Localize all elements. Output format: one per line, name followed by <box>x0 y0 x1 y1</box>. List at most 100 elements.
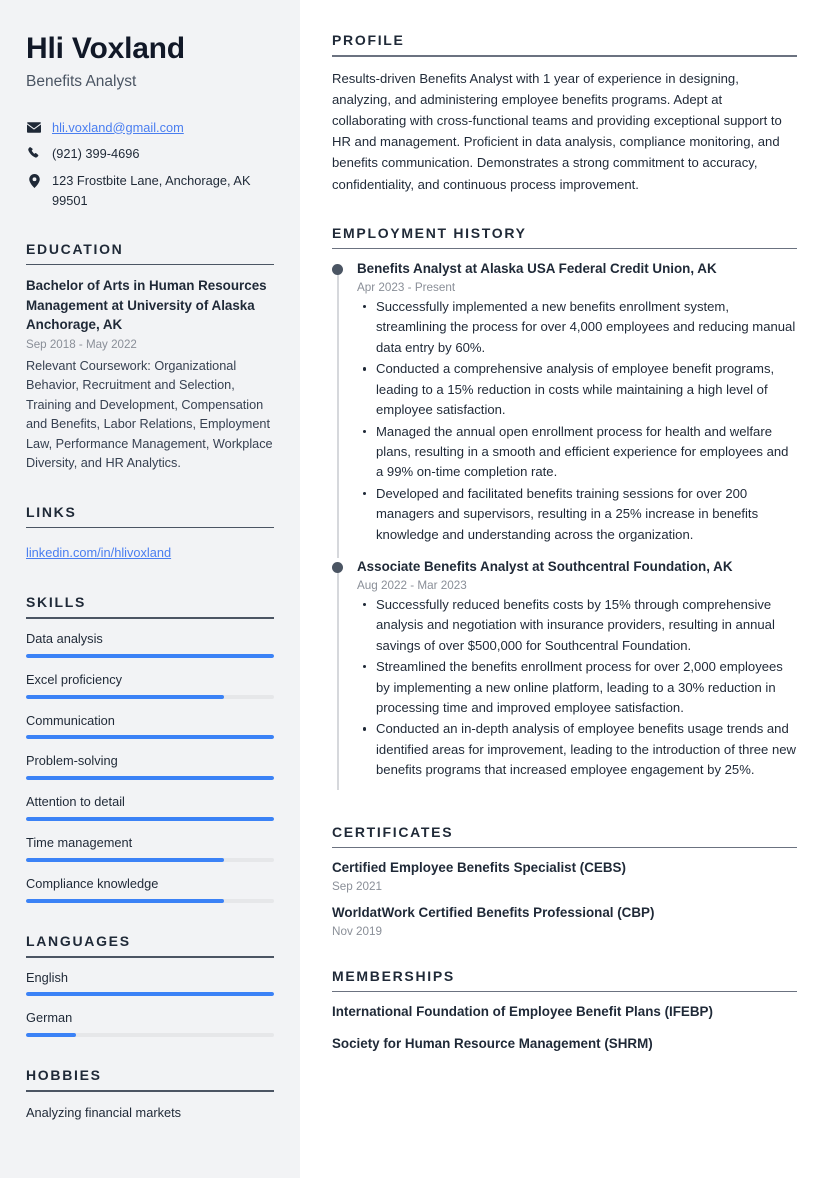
skill-bar-fill <box>26 817 274 822</box>
timeline-line <box>337 268 339 559</box>
section-links: LINKS linkedin.com/in/hlivoxland <box>26 504 274 565</box>
contact-list: hli.voxland@gmail.com (921) 399-4696 123… <box>26 118 274 211</box>
skill-item: Time management <box>26 834 274 863</box>
skill-item: Compliance knowledge <box>26 875 274 904</box>
section-memberships: MEMBERSHIPS International Foundation of … <box>332 968 797 1054</box>
job-date: Aug 2022 - Mar 2023 <box>357 578 467 592</box>
language-label: English <box>26 969 68 985</box>
skill-bar-fill <box>26 899 225 904</box>
divider <box>332 247 797 250</box>
section-languages: LANGUAGES English German <box>26 933 274 1038</box>
job-bullet-list: Successfully implemented a new benefits … <box>357 297 797 554</box>
map-pin-icon <box>26 172 42 189</box>
section-heading-education: EDUCATION <box>26 240 124 257</box>
section-skills: SKILLS Data analysis Excel proficiency C… <box>26 594 274 904</box>
skill-label: Data analysis <box>26 630 103 646</box>
skill-item: Data analysis <box>26 630 274 658</box>
candidate-job-title: Benefits Analyst <box>26 72 137 90</box>
section-education: EDUCATION Bachelor of Arts in Human Reso… <box>26 241 274 474</box>
section-hobbies: HOBBIES Analyzing financial markets <box>26 1067 274 1122</box>
divider <box>332 846 797 849</box>
certificate-date: Nov 2019 <box>332 924 383 938</box>
divider <box>26 1090 274 1092</box>
profile-text: Results-driven Benefits Analyst with 1 y… <box>332 70 782 192</box>
section-heading-profile: PROFILE <box>332 32 405 48</box>
timeline-line <box>337 566 339 790</box>
education-item: Bachelor of Arts in Human Resources Mana… <box>26 276 274 473</box>
skill-bar-fill <box>26 776 274 781</box>
candidate-name: Hli Voxland <box>26 32 185 65</box>
skill-bar-fill <box>26 858 225 863</box>
employment-timeline: Benefits Analyst at Alaska USA Federal C… <box>332 260 797 793</box>
contact-email-text[interactable]: hli.voxland@gmail.com <box>52 118 274 138</box>
contact-item-email[interactable]: hli.voxland@gmail.com <box>26 118 274 138</box>
education-date: Sep 2018 - May 2022 <box>26 337 137 351</box>
section-heading-hobbies: HOBBIES <box>26 1067 102 1084</box>
job-entry: Associate Benefits Analyst at Southcentr… <box>332 558 797 794</box>
certificate-title: Certified Employee Benefits Specialist (… <box>332 860 626 876</box>
timeline-dot <box>332 562 343 574</box>
section-profile: PROFILE Results-driven Benefits Analyst … <box>332 32 797 195</box>
resume-page: Hli Voxland Benefits Analyst hli.voxland… <box>0 0 833 1178</box>
skill-label: Time management <box>26 835 133 851</box>
language-label: German <box>26 1010 73 1026</box>
contact-item-address: 123 Frostbite Lane, Anchorage, AK 99501 <box>26 171 274 211</box>
section-heading-certificates: CERTIFICATES <box>332 823 454 840</box>
skill-bar-fill <box>26 735 274 740</box>
envelope-icon <box>26 119 42 136</box>
section-heading-skills: SKILLS <box>26 594 86 611</box>
links-item[interactable]: linkedin.com/in/hlivoxland <box>26 539 274 564</box>
contact-phone-text: (921) 399-4696 <box>52 146 140 162</box>
job-title: Benefits Analyst at Alaska USA Federal C… <box>357 261 717 277</box>
language-bar-track <box>26 1033 274 1038</box>
membership-item: International Foundation of Employee Ben… <box>332 1004 713 1020</box>
linkedin-link[interactable]: linkedin.com/in/hlivoxland <box>26 545 171 560</box>
job-date: Apr 2023 - Present <box>357 280 456 294</box>
language-item: German <box>26 1009 274 1038</box>
job-entry: Benefits Analyst at Alaska USA Federal C… <box>332 260 797 559</box>
job-bullet: Managed the annual open enrollment proce… <box>357 422 797 483</box>
certificate-date: Sep 2021 <box>332 879 383 893</box>
divider <box>26 263 274 266</box>
skill-label: Communication <box>26 712 115 728</box>
skill-label: Excel proficiency <box>26 671 123 687</box>
section-employment-history: EMPLOYMENT HISTORY Benefits Analyst at A… <box>332 225 797 794</box>
sidebar: Hli Voxland Benefits Analyst hli.voxland… <box>0 0 300 1178</box>
section-heading-links: LINKS <box>26 503 77 520</box>
language-bar-fill <box>26 1033 76 1038</box>
certificate-item: WorldatWork Certified Benefits Professio… <box>332 904 797 938</box>
certificate-title: WorldatWork Certified Benefits Professio… <box>332 904 655 920</box>
skill-bar-fill <box>26 694 225 699</box>
job-bullet: Developed and facilitated benefits train… <box>357 484 797 545</box>
skill-bar-track <box>26 653 274 658</box>
contact-item-phone: (921) 399-4696 <box>26 144 274 164</box>
divider <box>332 990 797 993</box>
skill-bar-fill <box>26 653 274 658</box>
job-title: Associate Benefits Analyst at Southcentr… <box>357 559 733 575</box>
main-content: PROFILE Results-driven Benefits Analyst … <box>300 0 833 1178</box>
job-bullet: Conducted an in-depth analysis of employ… <box>357 719 797 780</box>
divider <box>26 956 274 958</box>
skill-item: Problem-solving <box>26 752 274 781</box>
language-item: English <box>26 969 274 997</box>
education-title: Bachelor of Arts in Human Resources Mana… <box>26 278 267 333</box>
skill-item: Excel proficiency <box>26 671 274 699</box>
hobby-item: Analyzing financial markets <box>26 1104 182 1120</box>
skill-bar-track <box>26 735 274 740</box>
skill-bar-track <box>26 776 274 781</box>
certificate-item: Certified Employee Benefits Specialist (… <box>332 859 797 893</box>
job-bullet: Conducted a comprehensive analysis of em… <box>357 359 797 420</box>
language-bar-fill <box>26 992 274 997</box>
skill-label: Problem-solving <box>26 753 118 769</box>
skill-bar-track <box>26 899 274 904</box>
divider <box>26 617 274 619</box>
skill-bar-track <box>26 817 274 822</box>
education-description: Relevant Coursework: Organizational Beha… <box>26 358 273 471</box>
language-bar-track <box>26 992 274 997</box>
membership-item: Society for Human Resource Management (S… <box>332 1035 653 1051</box>
skill-item: Attention to detail <box>26 793 274 822</box>
section-heading-employment: EMPLOYMENT HISTORY <box>332 224 527 241</box>
divider <box>26 526 274 529</box>
job-bullet: Streamlined the benefits enrollment proc… <box>357 657 797 718</box>
section-heading-languages: LANGUAGES <box>26 933 131 950</box>
